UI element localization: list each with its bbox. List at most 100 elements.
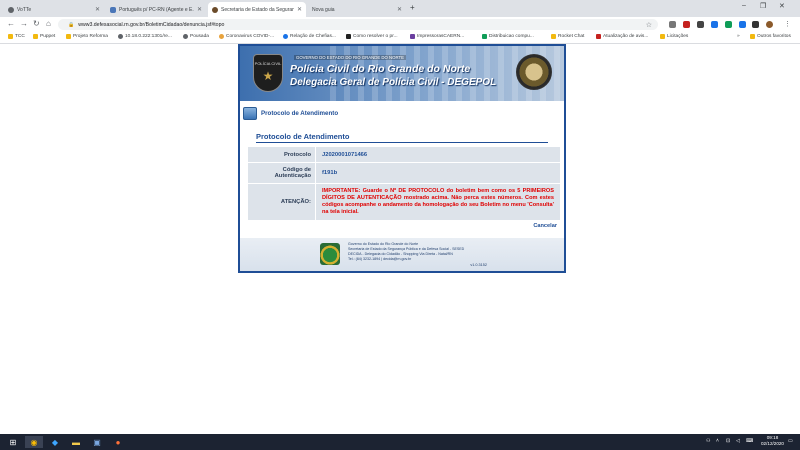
menu-icon[interactable]: ⋮ — [784, 20, 791, 28]
bookmark-item[interactable]: Distribuicao compu... — [482, 34, 534, 39]
minimize-icon[interactable]: – — [742, 2, 746, 9]
tab-votte[interactable]: VoTTe ✕ — [4, 2, 104, 17]
star-icon[interactable]: ☆ — [646, 21, 652, 29]
other-bookmarks[interactable]: Outros favoritos — [750, 34, 791, 39]
keyboard-icon[interactable]: ⌨ — [746, 438, 753, 444]
tab-portugues[interactable]: Português p/ PC-RN (Agente e E... ✕ — [106, 2, 206, 17]
tab-secretaria[interactable]: Secretaria de Estado da Seguran... ✕ — [208, 2, 306, 17]
extension-icon[interactable] — [697, 21, 704, 28]
page-icon — [110, 6, 116, 13]
tray-chevron-icon[interactable]: ˄ — [716, 438, 719, 444]
chevron-right-icon[interactable]: » — [737, 34, 740, 39]
clock-date: 02/12/2020 — [761, 441, 784, 446]
close-icon[interactable]: ✕ — [297, 6, 302, 13]
attention-cell: IMPORTANTE: Guarde o Nº DE PROTOCOLO do … — [316, 184, 560, 220]
close-icon[interactable]: ✕ — [397, 6, 402, 13]
window-close-icon[interactable]: ✕ — [779, 2, 785, 10]
cancel-link[interactable]: Cancelar — [533, 223, 557, 229]
address-bar[interactable]: 🔒 www3.defesasocial.rn.gov.br/BoletimCid… — [58, 19, 658, 30]
extension-icon[interactable] — [669, 21, 676, 28]
table-row: Código de Autenticação f191b — [248, 163, 560, 183]
home-icon[interactable]: ⌂ — [46, 19, 51, 28]
avatar[interactable] — [766, 21, 773, 28]
network-icon[interactable]: ⊡ — [726, 438, 730, 444]
chrome-icon[interactable]: ◉ — [25, 436, 43, 448]
table-row: ATENÇÃO: IMPORTANTE: Guarde o Nº DE PROT… — [248, 184, 560, 220]
section-header: Protocolo de Atendimento — [243, 107, 338, 120]
volume-icon[interactable]: ◁ — [736, 438, 740, 444]
footer: Governo do Estado do Rio Grande do Norte… — [240, 238, 564, 271]
extension-icon[interactable] — [725, 21, 732, 28]
bookmark-item[interactable]: ImpressorasCAERN... — [410, 34, 464, 39]
extension-icon[interactable] — [683, 21, 690, 28]
police-badge-icon: POLÍCIA CIVIL ★ — [253, 54, 283, 92]
protocol-value: J2020001071466 — [316, 147, 560, 162]
taskbar: ⊞ ◉ ◆ ▬ ▣ ● ⚇ ˄ ⊡ ◁ ⌨ 09:18 02/12/2020 ▭ — [0, 434, 800, 450]
bookmark-item[interactable]: Rocket Chat — [551, 34, 584, 39]
table-row: Protocolo J2020001071466 — [248, 147, 560, 162]
bookmark-item[interactable]: Puppet — [33, 34, 55, 39]
vscode-icon[interactable]: ◆ — [46, 436, 64, 448]
tab-title: VoTTe — [17, 6, 32, 13]
restore-icon[interactable]: ❐ — [760, 2, 766, 10]
new-tab-icon[interactable]: + — [410, 3, 415, 12]
url-text: www3.defesasocial.rn.gov.br/BoletimCidad… — [78, 21, 225, 28]
footer-line: Secretaria de Estado da Segurança Públic… — [348, 247, 465, 251]
attention-text: IMPORTANTE: Guarde o Nº DE PROTOCOLO do … — [322, 188, 554, 215]
banner-subtitle: Delegacia Geral de Polícia Civil - DEGEP… — [290, 77, 497, 88]
site-seal-icon — [212, 6, 218, 13]
puzzle-icon[interactable] — [752, 21, 759, 28]
computer-icon — [243, 107, 257, 120]
bookmark-item[interactable]: 10.18.0.222:1301/re... — [118, 34, 172, 39]
bookmark-item[interactable]: Atualização de avis... — [596, 34, 648, 39]
bookmark-item[interactable]: Coronavirus COVID-... — [219, 34, 274, 39]
state-seal-icon — [516, 54, 552, 90]
windows-start-icon[interactable]: ⊞ — [4, 436, 22, 448]
forward-icon[interactable]: → — [20, 19, 28, 28]
close-icon[interactable]: ✕ — [197, 6, 202, 13]
tab-title: Nova guia — [312, 6, 335, 13]
page-content: POLÍCIA CIVIL ★ GOVERNO DO ESTADO DO RIO… — [0, 44, 800, 434]
file-explorer-icon[interactable]: ▬ — [67, 436, 85, 448]
protocol-panel: POLÍCIA CIVIL ★ GOVERNO DO ESTADO DO RIO… — [238, 44, 566, 273]
version-label: v1.0.3152 — [470, 263, 487, 267]
auth-code-value: f191b — [316, 163, 560, 183]
protocol-table: Protocolo J2020001071466 Código de Auten… — [248, 147, 560, 221]
auth-code-label: Código de Autenticação — [248, 163, 315, 183]
close-icon[interactable]: ✕ — [95, 6, 100, 13]
bookmark-item[interactable]: Pousada — [183, 34, 209, 39]
header-banner: POLÍCIA CIVIL ★ GOVERNO DO ESTADO DO RIO… — [240, 46, 564, 101]
globe-icon — [8, 6, 14, 13]
government-label: GOVERNO DO ESTADO DO RIO GRANDE DO NORTE — [294, 55, 406, 60]
protocol-label: Protocolo — [248, 147, 315, 162]
extension-icon[interactable] — [711, 21, 718, 28]
tab-nova-guia[interactable]: Nova guia ✕ — [308, 2, 406, 17]
reload-icon[interactable]: ↻ — [33, 19, 40, 28]
people-icon[interactable]: ⚇ — [706, 438, 710, 444]
tab-bar: VoTTe ✕ Português p/ PC-RN (Agente e E..… — [0, 0, 800, 17]
firefox-icon[interactable]: ● — [109, 436, 127, 448]
footer-line: Tel.: (84) 3232-1894 | decida@rn.gov.br — [348, 257, 412, 261]
badge-text: POLÍCIA CIVIL — [254, 61, 282, 66]
attention-label: ATENÇÃO: — [248, 184, 315, 220]
bookmark-item[interactable]: Projeto Reforma — [66, 34, 108, 39]
clock[interactable]: 09:18 02/12/2020 — [761, 435, 784, 447]
browser-toolbar: ← → ↻ ⌂ 🔒 www3.defesasocial.rn.gov.br/Bo… — [0, 17, 800, 32]
bookmark-item[interactable]: Relação de Chefias... — [283, 34, 336, 39]
back-icon[interactable]: ← — [7, 19, 15, 28]
section-title: Protocolo de Atendimento — [261, 110, 339, 117]
extension-icon[interactable] — [739, 21, 746, 28]
bookmarks-bar: TCC Puppet Projeto Reforma 10.18.0.222:1… — [0, 32, 800, 44]
bookmark-item[interactable]: Licitações — [660, 34, 688, 39]
tab-title: Secretaria de Estado da Seguran... — [221, 6, 294, 13]
lock-icon: 🔒 — [68, 21, 75, 28]
banner-title: Polícia Civil do Rio Grande do Norte — [290, 63, 471, 75]
notifications-icon[interactable]: ▭ — [788, 438, 793, 444]
state-coat-of-arms-icon — [320, 243, 340, 265]
bookmark-item[interactable]: TCC — [8, 34, 25, 39]
app-icon[interactable]: ▣ — [88, 436, 106, 448]
bookmark-item[interactable]: Como resolver o pr... — [346, 34, 398, 39]
star-icon: ★ — [262, 69, 274, 83]
footer-line: DECIDA - Delegacia do Cidadão - Shopping… — [348, 252, 453, 256]
tab-title: Português p/ PC-RN (Agente e E... — [119, 6, 194, 13]
